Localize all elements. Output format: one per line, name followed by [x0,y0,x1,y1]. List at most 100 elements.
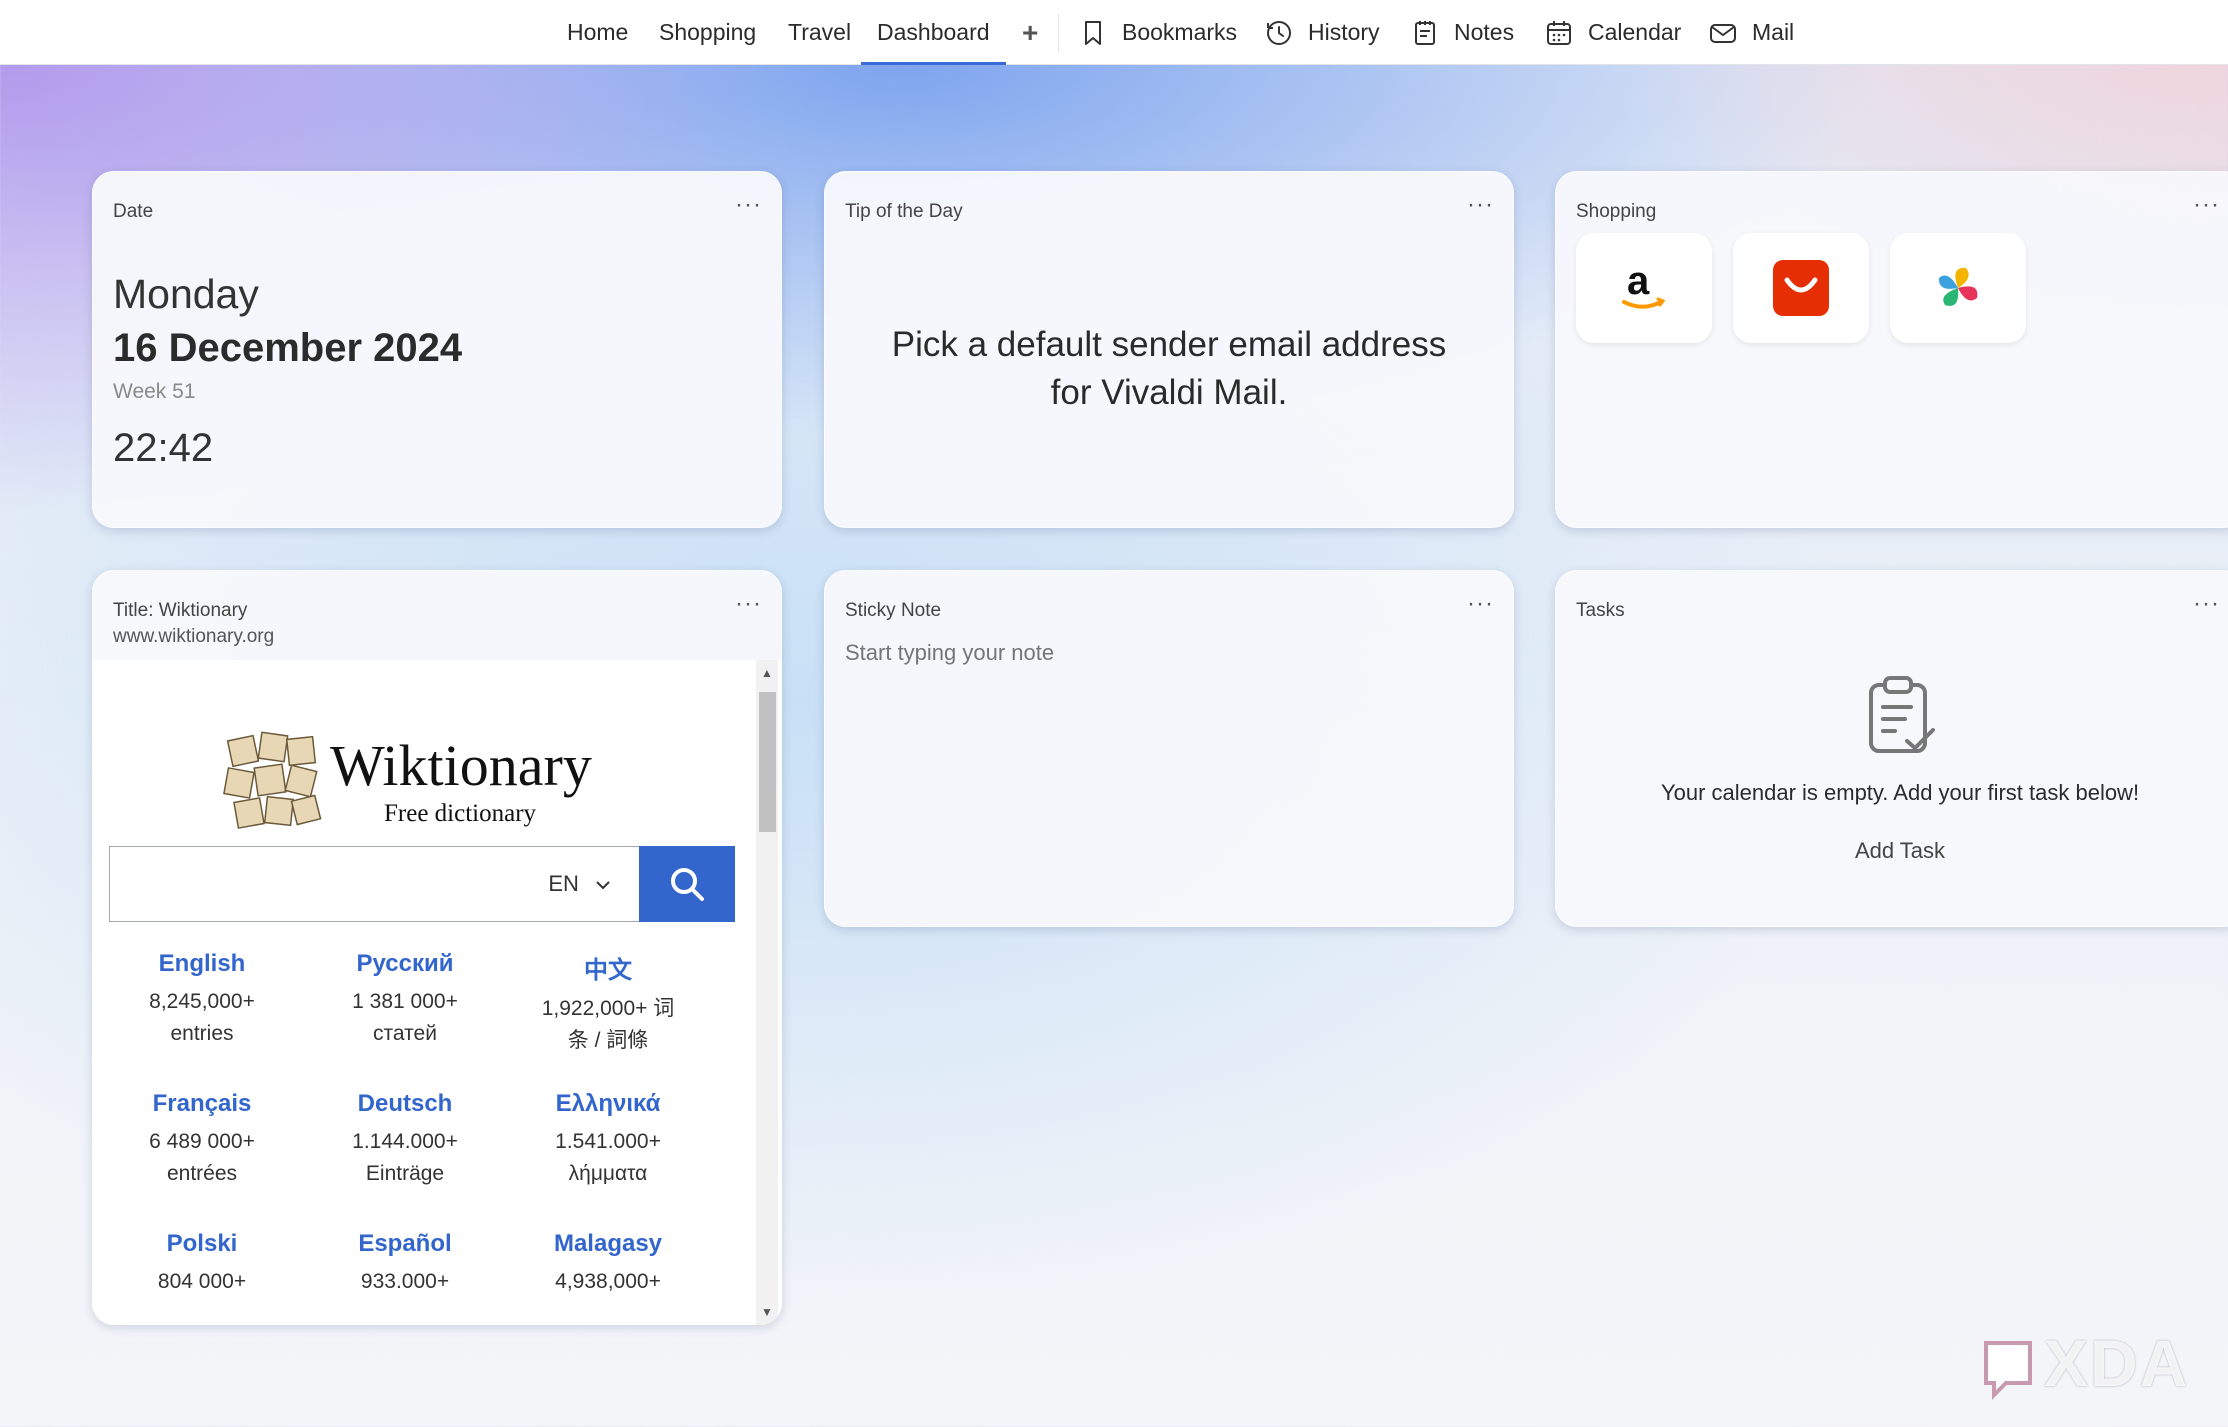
nav-divider [1058,14,1059,52]
notes-icon [1415,20,1435,45]
history-label: History [1308,19,1380,45]
chevron-down-icon [596,881,610,890]
language-entry[interactable]: Français 6 489 000+ entrées [102,1090,302,1190]
calendar-label: Calendar [1588,19,1682,45]
notes-button[interactable]: Notes [1410,0,1514,65]
widget-menu-button[interactable]: ··· [2193,592,2220,616]
sticky-note-widget: Sticky Note ··· [824,570,1514,927]
language-name[interactable]: Deutsch [305,1090,505,1118]
entry-count: 804 000+ [157,1270,247,1293]
widget-menu-button[interactable]: ··· [1467,592,1494,616]
language-name[interactable]: Русский [305,950,505,978]
entry-unit: λήμματα [568,1162,648,1185]
language-entry[interactable]: Ελληνικά 1.541.000+ λήμματα [508,1090,708,1190]
date-widget: Date ··· Monday 16 December 2024 Week 51… [92,171,782,528]
entry-count: 1.144.000+ [352,1130,458,1153]
wiktionary-logo-icon [223,731,322,829]
clipboard-check-icon [1869,676,1935,753]
entry-count: 4,938,000+ [555,1270,661,1293]
calendar-icon [1547,20,1571,45]
entry-count: 1 381 000+ [352,990,458,1013]
scroll-down-arrow-icon[interactable]: ▼ [756,1305,778,1319]
amazon-tile[interactable]: a [1576,233,1712,343]
aliexpress-tile[interactable] [1733,233,1869,343]
tip-text: Pick a default sender email address for … [891,325,1447,412]
clock-time: 22:42 [113,426,214,470]
full-date: 16 December 2024 [113,326,463,370]
widget-menu-button[interactable]: ··· [2193,193,2220,217]
language-entry[interactable]: Deutsch 1.144.000+ Einträge [305,1090,505,1190]
tab-dashboard[interactable]: Dashboard [861,0,1005,65]
language-selector[interactable]: EN [548,871,611,897]
top-bar: Home Shopping Travel Dashboard + Bookmar… [0,0,2228,65]
amazon-logo-icon: a [1622,259,1666,309]
aliexpress-logo-icon [1773,260,1829,316]
xda-watermark: XDA [1980,1325,2189,1401]
language-name[interactable]: 中文 [508,950,708,985]
tab-travel[interactable]: Travel [788,0,851,65]
entry-unit: 条 / 詞條 [567,1029,649,1052]
widget-menu-button[interactable]: ··· [735,592,762,616]
tab-bar: Home Shopping Travel Dashboard + Bookmar… [0,0,2228,65]
tab-shopping[interactable]: Shopping [659,0,756,65]
wiktionary-tagline: Free dictionary [384,800,537,827]
tasks-widget: Tasks ··· Your calendar is empty. Add yo… [1555,570,2228,927]
language-entry[interactable]: 中文 1,922,000+ 词 条 / 詞條 [508,950,708,1057]
mail-icon [1710,23,1736,43]
bookmarks-label: Bookmarks [1122,19,1238,45]
tab-home[interactable]: Home [567,0,628,65]
language-code: EN [548,871,579,896]
pinwheel-tile[interactable] [1890,233,2026,343]
entry-unit: Einträge [365,1162,445,1185]
mail-button[interactable]: Mail [1708,0,1794,65]
wiktionary-widget: Title: Wiktionary www.wiktionary.org ···… [92,570,782,1325]
wiktionary-site-name: Wiktionary [330,733,592,798]
widget-title: Sticky Note [845,600,942,621]
language-name[interactable]: Malagasy [508,1230,708,1258]
pinwheel-logo-icon [1938,267,1978,306]
history-icon [1267,20,1291,45]
scrollbar[interactable]: ▲ ▼ [756,660,778,1325]
widget-title: Tip of the Day [845,201,963,222]
add-tab-button[interactable]: + [1022,0,1038,65]
calendar-button[interactable]: Calendar [1544,0,1681,65]
language-name[interactable]: Español [305,1230,505,1258]
bookmark-icon [1085,20,1101,45]
week-number: Week 51 [113,380,196,403]
history-button[interactable]: History [1264,0,1380,65]
entry-count: 8,245,000+ [149,990,255,1013]
language-name[interactable]: English [102,950,302,978]
entry-count: 933.000+ [360,1270,450,1293]
widget-title: Title: Wiktionary [113,600,248,621]
language-entry[interactable]: Malagasy 4,938,000+ [508,1230,708,1298]
add-task-button[interactable]: Add Task [1555,838,2228,864]
notes-label: Notes [1454,19,1515,45]
entry-count: 1,922,000+ 词 [541,997,675,1020]
scroll-up-arrow-icon[interactable]: ▲ [756,666,778,680]
language-entry[interactable]: Русский 1 381 000+ статей [305,950,505,1050]
bookmarks-button[interactable]: Bookmarks [1078,0,1237,65]
language-entry[interactable]: Español 933.000+ [305,1230,505,1298]
language-name[interactable]: Polski [102,1230,302,1258]
day-name: Monday [113,271,259,317]
xda-logo-icon [1984,1340,2032,1400]
entry-count: 1.541.000+ [555,1130,661,1153]
mail-label: Mail [1752,19,1795,45]
web-panel-frame: Wiktionary Free dictionary EN English 8,… [92,660,782,1325]
widget-menu-button[interactable]: ··· [735,193,762,217]
wiktionary-search-input[interactable]: EN [109,846,639,922]
language-name[interactable]: Français [102,1090,302,1118]
language-name[interactable]: Ελληνικά [508,1090,708,1118]
shopping-widget: Shopping ··· a [1555,171,2228,528]
language-entry[interactable]: English 8,245,000+ entries [102,950,302,1050]
scrollbar-thumb[interactable] [759,692,776,832]
entry-unit: entrées [166,1162,238,1185]
entry-unit: статей [373,1022,437,1045]
entry-count: 6 489 000+ [149,1130,255,1153]
tasks-empty-message: Your calendar is empty. Add your first t… [1660,780,2140,805]
sticky-note-input[interactable] [845,640,1493,906]
widget-menu-button[interactable]: ··· [1467,193,1494,217]
amazon-letter: a [1627,259,1650,303]
wiktionary-search-button[interactable] [639,846,735,922]
language-entry[interactable]: Polski 804 000+ [102,1230,302,1298]
